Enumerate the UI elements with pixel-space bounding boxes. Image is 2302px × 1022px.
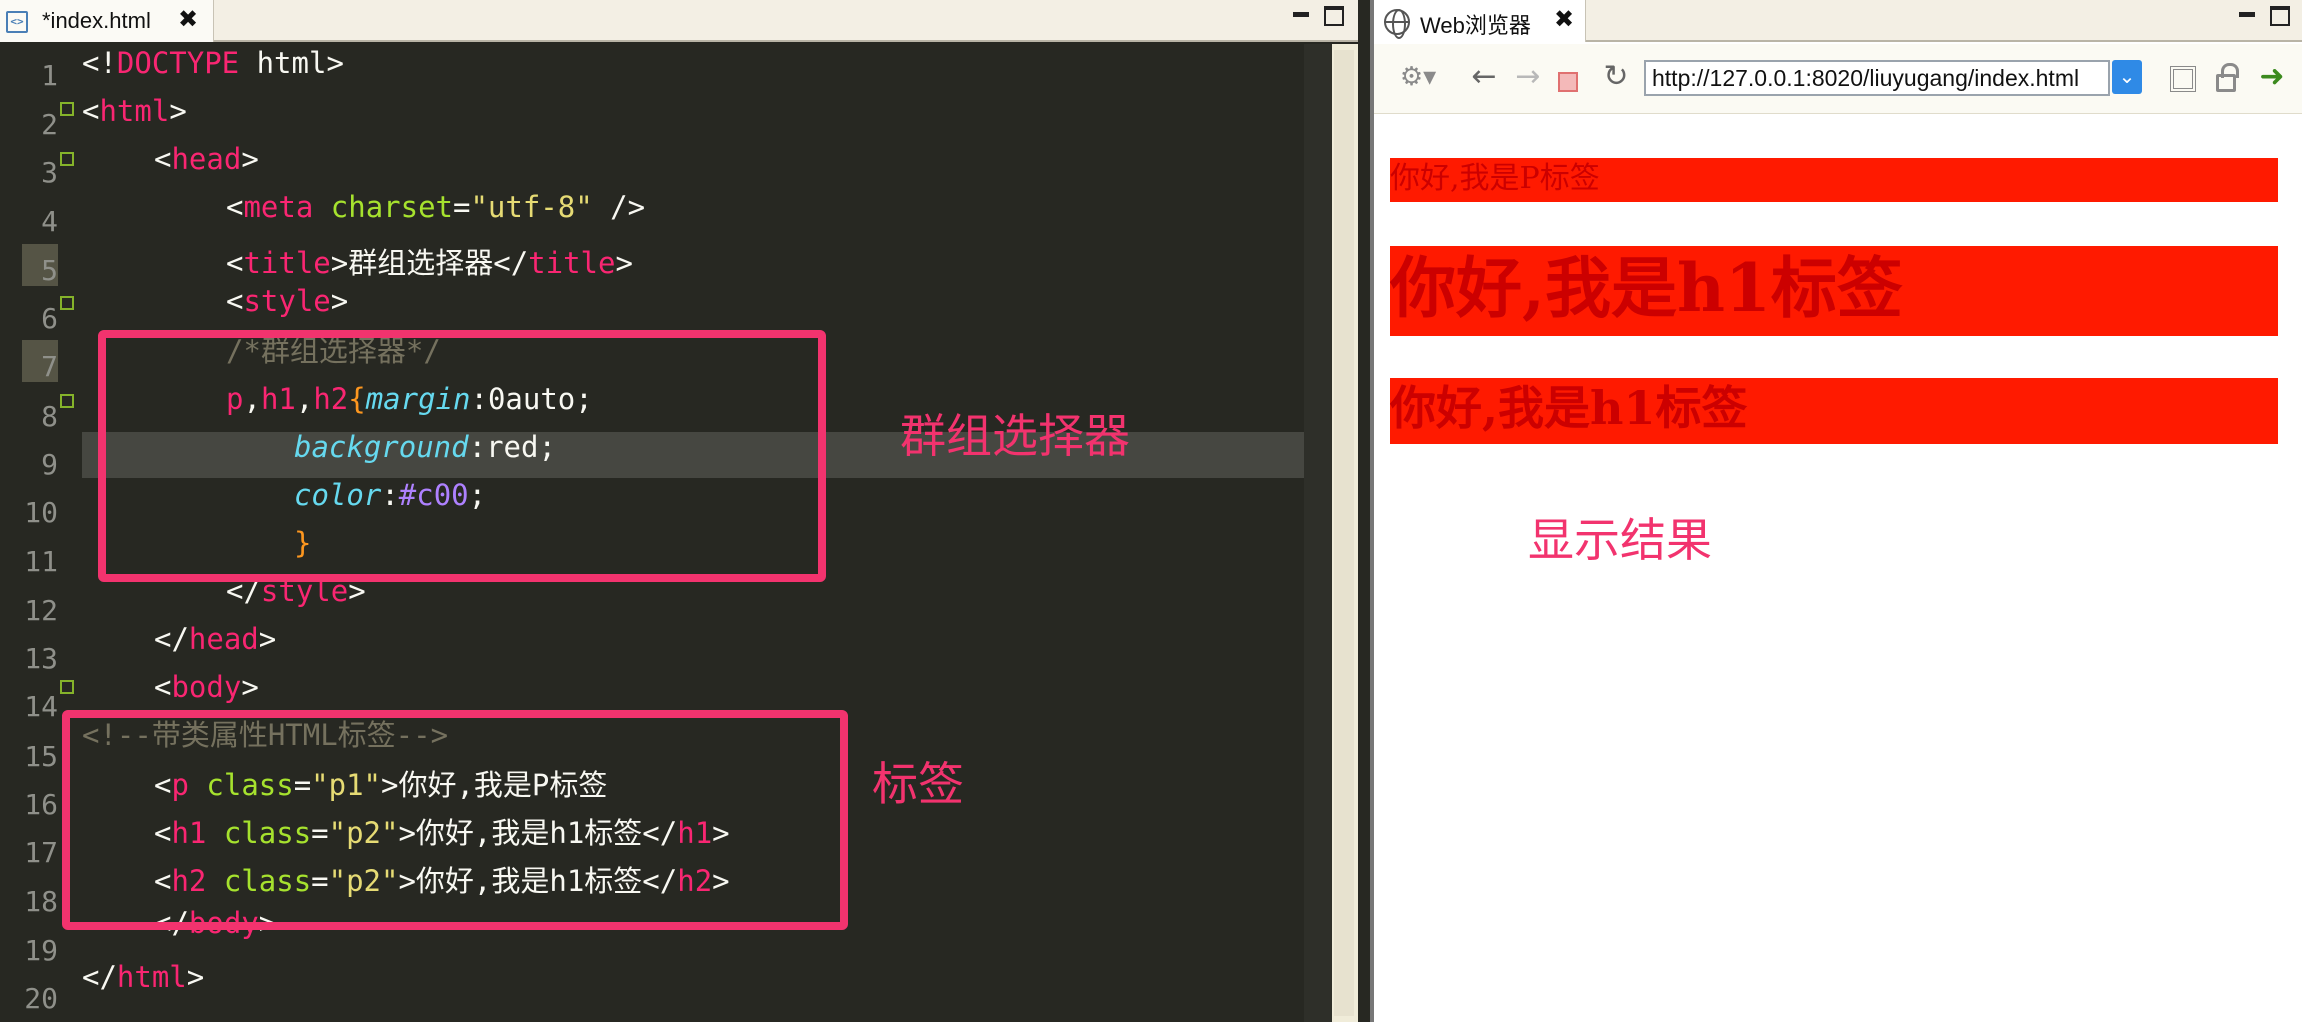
code-line-13: </head>	[154, 622, 277, 656]
settings-gear-icon[interactable]: ⚙▾	[1392, 60, 1444, 94]
line-number: 2	[41, 108, 58, 141]
line-number: 16	[24, 788, 58, 821]
qr-code-icon[interactable]	[2170, 66, 2196, 92]
minimize-icon[interactable]	[2236, 6, 2256, 26]
editor-tab-label: *index.html	[42, 8, 151, 33]
line-number: 11	[24, 545, 58, 578]
browser-tab-label: Web浏览器	[1420, 13, 1531, 38]
fold-icon[interactable]	[60, 152, 74, 166]
lock-icon[interactable]	[2216, 63, 2239, 92]
line-number: 15	[24, 740, 58, 773]
line-number: 7	[41, 350, 58, 383]
browser-toolbar: ⚙▾ ← → ↻ ⌄ ➜	[1374, 44, 2302, 114]
fold-icon[interactable]	[60, 296, 74, 310]
editor-tab-bar: <> *index.html ✖	[0, 0, 1358, 42]
line-number: 18	[24, 885, 58, 918]
minimize-icon[interactable]	[1290, 6, 1310, 26]
code-line-1: <!DOCTYPE html>	[82, 46, 344, 80]
code-editor-pane[interactable]: <> *index.html ✖ 1 2 3 4 5 6 7 8 9 10 11…	[0, 0, 1358, 1022]
tab-web-browser[interactable]: Web浏览器 ✖	[1374, 0, 1586, 42]
rendered-p-element: 你好,我是P标签	[1390, 158, 2278, 202]
close-icon[interactable]: ✖	[178, 5, 198, 33]
line-number: 3	[41, 156, 58, 189]
html-file-icon: <>	[6, 11, 28, 33]
stop-icon[interactable]	[1558, 72, 1578, 92]
rendered-h2-element: 你好,我是h1标签	[1390, 378, 2278, 444]
forward-arrow-icon[interactable]: →	[1510, 60, 1546, 94]
line-number: 14	[24, 690, 58, 723]
globe-icon	[1384, 9, 1410, 39]
maximize-icon[interactable]	[2270, 6, 2290, 26]
browser-tab-bar: Web浏览器 ✖	[1374, 0, 2302, 42]
line-number: 13	[24, 642, 58, 675]
refresh-icon[interactable]: ↻	[1598, 60, 1634, 94]
rendered-h1-element: 你好,我是h1标签	[1390, 246, 2278, 336]
code-line-4: <meta charset="utf-8" />	[226, 190, 646, 224]
address-bar-input[interactable]	[1644, 60, 2110, 96]
close-icon[interactable]: ✖	[1554, 5, 1574, 33]
line-number: 10	[24, 496, 58, 529]
code-line-6: <style>	[226, 284, 349, 318]
result-annotation: 显示结果	[1528, 513, 1712, 567]
line-number: 17	[24, 836, 58, 869]
line-number: 5	[41, 254, 58, 287]
line-number: 6	[41, 302, 58, 335]
line-number: 20	[24, 982, 58, 1015]
fold-icon[interactable]	[60, 680, 74, 694]
code-line-2: <html>	[82, 94, 187, 128]
go-arrow-icon[interactable]: ➜	[2254, 60, 2290, 94]
address-dropdown-icon[interactable]: ⌄	[2112, 60, 2142, 94]
group-selector-annotation: 群组选择器	[900, 409, 1130, 463]
line-number: 4	[41, 205, 58, 238]
tab-index-html[interactable]: <> *index.html ✖	[0, 0, 214, 42]
fold-icon[interactable]	[60, 394, 74, 408]
line-number: 12	[24, 594, 58, 627]
tags-highlight-box	[62, 710, 848, 930]
tags-annotation: 标签	[872, 757, 964, 811]
browser-viewport: 你好,我是P标签 你好,我是h1标签 你好,我是h1标签 显示结果	[1374, 116, 2302, 1022]
code-line-5: <title>群组选择器</title>	[226, 246, 633, 280]
minimap[interactable]	[1304, 44, 1332, 1022]
line-number: 8	[41, 400, 58, 433]
line-number: 1	[41, 59, 58, 92]
line-number: 19	[24, 934, 58, 967]
group-selector-highlight-box	[98, 330, 826, 582]
web-browser-pane[interactable]: Web浏览器 ✖ ⚙▾ ← → ↻ ⌄ ➜ 你好,我是P标签 你好,我是h1标签…	[1370, 0, 2302, 1022]
maximize-icon[interactable]	[1324, 6, 1344, 26]
scrollbar-thumb[interactable]	[1334, 50, 1354, 1016]
code-line-3: <head>	[154, 142, 259, 176]
fold-icon[interactable]	[60, 102, 74, 116]
line-number: 9	[41, 448, 58, 481]
back-arrow-icon[interactable]: ←	[1466, 60, 1502, 94]
code-line-20: </html>	[82, 960, 205, 994]
code-line-14: <body>	[154, 670, 259, 704]
